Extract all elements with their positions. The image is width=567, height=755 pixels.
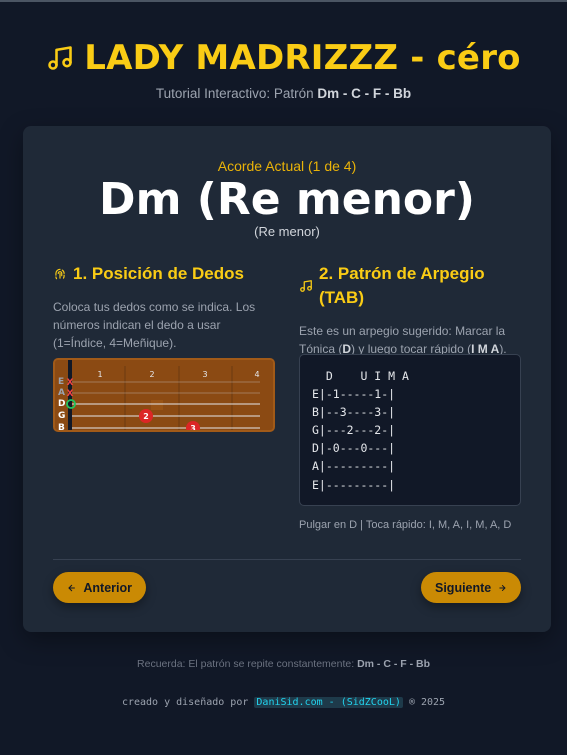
string-label: G (58, 411, 65, 421)
fret-number: 2 (149, 370, 154, 379)
credits: creado y diseñado por DaniSid.com - (Sid… (0, 697, 567, 708)
tab-line: D U I M A (312, 369, 409, 383)
tab-line: E|---------| (312, 477, 396, 492)
subtitle-pattern: Dm - C - F - Bb (317, 86, 412, 101)
fret-number: 4 (254, 370, 259, 379)
string-label: B (58, 423, 65, 430)
footer-hint-text: Recuerda: El patrón se repite constantem… (137, 658, 355, 670)
finger-section-description: Coloca tus dedos como se indica. Los núm… (53, 300, 256, 350)
arrow-right-icon (499, 584, 506, 591)
subtitle-prefix: Tutorial Interactivo: Patrón (155, 86, 314, 101)
finger-position-section: 1. Posición de Dedos Coloca tus dedos co… (53, 262, 275, 432)
fret-number: 1 (97, 370, 102, 379)
divider (53, 559, 521, 560)
tab-line: E|-1-----1-| (312, 387, 396, 402)
previous-button[interactable]: Anterior (53, 572, 146, 603)
music-note-icon (48, 46, 73, 70)
muted-string-marker: X (67, 378, 74, 388)
finger-section-title: 1. Posición de Dedos (53, 262, 275, 286)
page-title: LADY MADRIZZZ - céro (46, 38, 521, 78)
footer-hint-pattern: Dm - C - F - Bb (357, 658, 430, 670)
footer-hint: Recuerda: El patrón se repite constantem… (0, 658, 567, 670)
fret-number: 3 (202, 370, 207, 379)
arrow-left-icon (68, 584, 75, 591)
header: LADY MADRIZZZ - céro Tutorial Interactiv… (0, 38, 567, 101)
tab-line: D|-0---0---| (312, 441, 396, 456)
finger-number: 2 (143, 412, 149, 421)
fret-highlight (151, 400, 163, 410)
previous-button-label: Anterior (83, 580, 132, 595)
window-top-border (0, 0, 567, 2)
tab-section-title: 2. Patrón de Arpegio (TAB) (299, 262, 521, 310)
chord-subtitle: (Re menor) (254, 224, 320, 239)
page-subtitle: Tutorial Interactivo: Patrón Dm - C - F … (0, 86, 567, 101)
fingerprint-icon (55, 268, 65, 280)
next-button-label: Siguiente (435, 580, 492, 595)
tab-box: D U I M A E|-1-----1-| B|--3----3-| G|--… (299, 354, 521, 506)
credits-suffix: ® 2025 (408, 697, 446, 708)
next-button[interactable]: Siguiente (421, 572, 521, 603)
tab-section-description: Este es un arpegio sugerido: Marcar la T… (299, 322, 521, 358)
string-label: E (58, 377, 64, 387)
tab-line: B|--3----3-| (312, 405, 396, 420)
tab-note: Pulgar en D | Toca rápido: I, M, A, I, M… (299, 519, 512, 531)
credits-link[interactable]: DaniSid.com - (SidZCooL) (254, 697, 403, 708)
finger-section-title-text: 1. Posición de Dedos (73, 264, 244, 283)
arpeggio-tab-section: 2. Patrón de Arpegio (TAB) Este es un ar… (299, 262, 521, 531)
chord-counter: Acorde Actual (1 de 4) (217, 158, 357, 174)
chord-card: Acorde Actual (1 de 4) Dm (Re menor) (Re… (23, 126, 551, 632)
string-label: A (58, 388, 65, 398)
muted-string-marker: X (67, 389, 74, 399)
tab-line: A|---------| (312, 459, 396, 474)
page-title-text: LADY MADRIZZZ - céro (84, 38, 521, 78)
tab-section-title-text: 2. Patrón de Arpegio (TAB) (319, 264, 485, 307)
string-label: D (58, 399, 65, 409)
fretboard-diagram: 1 2 3 4 E A D G B X X 2 3 (53, 358, 275, 432)
credits-prefix: creado y diseñado por (121, 697, 249, 708)
music-note-icon (300, 280, 312, 292)
chord-name: Dm (Re menor) (99, 174, 475, 225)
tab-line: G|---2---2-| (312, 423, 396, 438)
finger-number: 3 (190, 424, 196, 430)
